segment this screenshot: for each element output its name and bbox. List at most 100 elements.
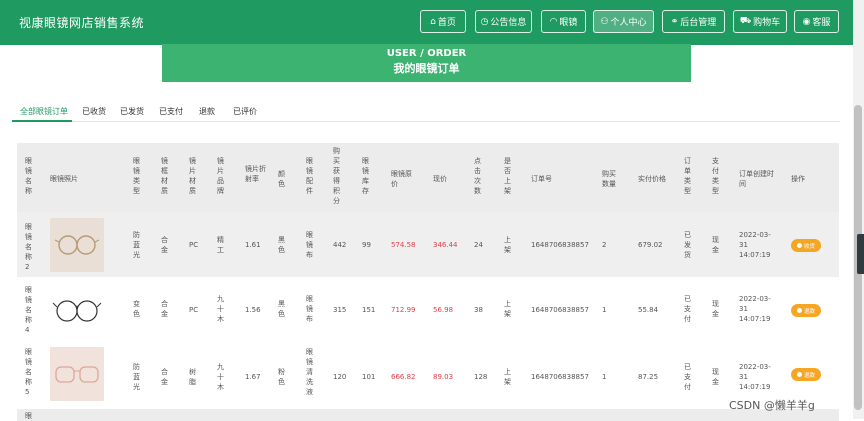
cell-color: 黑色	[278, 236, 285, 254]
banner-title: 我的眼镜订单	[393, 62, 460, 75]
cell-name: 眼镜名称5	[25, 348, 32, 396]
cell-points: 120	[333, 373, 347, 381]
cell-frame: 合金	[161, 236, 168, 254]
glasses-icon: ◠	[549, 16, 558, 27]
cell-points: 315	[333, 306, 347, 314]
nav-service-label: 客服	[812, 18, 831, 28]
header-accessory: 眼镜配件	[306, 157, 313, 195]
cell-type: 防蓝光	[133, 363, 140, 391]
glasses-photo	[50, 218, 104, 272]
cell-brand: 精工	[217, 236, 224, 254]
cell-paid-price: 55.84	[638, 306, 659, 314]
nav-personal-center-label: 个人中心	[610, 18, 647, 28]
refund-button[interactable]: 退款	[791, 368, 822, 381]
nav-announcement-button[interactable]: ◷ 公告信息	[475, 10, 532, 33]
cell-created-time: 14:07:19	[739, 383, 771, 391]
table-row: 眼镜名称4 变色 合金 PC 九十木 1.56 黑色 眼镜布 315 151 7…	[17, 277, 839, 343]
cell-stock: 99	[362, 241, 371, 249]
nav-cart-label: 购物车	[753, 18, 781, 28]
header-current-price: 现价	[433, 175, 447, 183]
cell-order-no: 1648706838857	[531, 241, 589, 249]
nav-glasses-button[interactable]: ◠ 眼镜	[541, 10, 586, 33]
nav-glasses-label: 眼镜	[559, 18, 578, 28]
header-stock: 眼镜库存	[362, 157, 369, 195]
nav-service-button[interactable]: ◉ 客服	[794, 10, 839, 33]
header-points: 购买获得积分	[333, 147, 340, 205]
tab-paid[interactable]: 已支付	[159, 106, 183, 117]
cell-paid-price: 679.02	[638, 241, 663, 249]
cell-frame: 合金	[161, 368, 168, 386]
table-header: 眼镜名称 眼镜照片 眼镜类型 镜框材质 镜片材质 镜片品牌 镜片折射率 颜色 眼…	[17, 143, 839, 212]
cell-created-date: 2022-03-31	[739, 363, 771, 381]
cell-type: 变色	[133, 300, 140, 318]
header-action: 操作	[791, 175, 805, 183]
cell-original-price: 666.82	[391, 373, 416, 381]
circle-icon	[797, 243, 802, 248]
cell-index: 1.61	[245, 241, 261, 249]
header-refractive-index: 镜片折射率	[245, 165, 266, 183]
table-row: 眼镜名称2 防蓝光 合金 PC 精工 1.61 黑色 眼镜布 442 99 57…	[17, 212, 839, 277]
glasses-photo	[50, 283, 104, 337]
cell-lens: PC	[189, 306, 199, 314]
header-paid-price: 实付价格	[638, 175, 666, 183]
cell-created-date: 2022-03-31	[739, 231, 771, 249]
circle-icon	[797, 372, 802, 377]
nav-cart-button[interactable]: ⛟ 购物车	[733, 10, 787, 33]
cell-accessory: 眼镜清洗液	[306, 348, 313, 396]
cell-lens: PC	[189, 241, 199, 249]
link-icon: ⚭	[670, 16, 679, 27]
circle-icon	[797, 308, 802, 313]
user-icon: ⚇	[600, 16, 609, 27]
refund-button[interactable]: 退款	[791, 304, 822, 317]
header-quantity: 购买数量	[602, 170, 616, 188]
header-frame-material: 镜框材质	[161, 157, 168, 195]
header-clicks: 点击次数	[474, 157, 481, 195]
tab-all-orders[interactable]: 全部眼镜订单	[20, 106, 68, 117]
cell-original-price: 712.99	[391, 306, 416, 314]
cell-current-price: 89.03	[433, 373, 454, 381]
nav-personal-center-button[interactable]: ⚇ 个人中心	[593, 10, 654, 33]
cell-order-no: 1648706838857	[531, 373, 589, 381]
cell-created-time: 14:07:19	[739, 315, 771, 323]
table-row: 眼	[17, 409, 839, 421]
nav-home-label: 首页	[437, 18, 456, 28]
orders-table: 眼镜名称 眼镜照片 眼镜类型 镜框材质 镜片材质 镜片品牌 镜片折射率 颜色 眼…	[17, 143, 839, 421]
site-brand[interactable]: 视康眼镜网店销售系统	[19, 14, 144, 31]
cell-index: 1.67	[245, 373, 261, 381]
header-order-type: 订单类型	[684, 157, 691, 195]
receive-button[interactable]: 收货	[791, 239, 822, 252]
cart-icon: ⛟	[739, 16, 752, 26]
home-icon: ⌂	[430, 16, 436, 27]
cell-accessory: 眼镜布	[306, 295, 313, 323]
side-float-tab[interactable]	[857, 234, 864, 274]
receive-button-label: 收货	[804, 243, 816, 250]
nav-admin-button[interactable]: ⚭ 后台管理	[662, 10, 725, 33]
header-order-no: 订单号	[531, 175, 552, 183]
nav-admin-label: 后台管理	[680, 18, 717, 28]
refund-button-label: 退款	[804, 372, 816, 379]
page-banner: USER / ORDER 我的眼镜订单	[162, 44, 691, 82]
cell-clicks: 38	[474, 306, 483, 314]
cell-color: 黑色	[278, 300, 285, 318]
active-tab-indicator	[12, 120, 72, 122]
banner-subtitle: USER / ORDER	[386, 48, 467, 59]
header-original-price: 眼镜原价	[391, 170, 412, 188]
cell-original-price: 574.58	[391, 241, 416, 249]
top-navbar: 视康眼镜网店销售系统 ⌂ 首页 ◷ 公告信息 ◠ 眼镜 ⚇ 个人中心 ⚭ 后台管…	[0, 0, 853, 45]
cell-lens: 树脂	[189, 368, 196, 386]
nav-home-button[interactable]: ⌂ 首页	[420, 10, 466, 33]
cell-listed: 上架	[504, 368, 511, 386]
cell-type: 防蓝光	[133, 231, 140, 259]
table-row: 眼镜名称5 防蓝光 合金 树脂 九十木 1.67 粉色 眼镜清洗液 120 10…	[17, 343, 839, 409]
tab-received[interactable]: 已收货	[82, 106, 106, 117]
cell-clicks: 128	[474, 373, 488, 381]
tab-reviewed[interactable]: 已评价	[233, 106, 257, 117]
header-created-time: 订单创建时间	[739, 170, 774, 188]
cell-accessory: 眼镜布	[306, 231, 313, 259]
cell-brand: 九十木	[217, 363, 224, 391]
tab-refund[interactable]: 退款	[199, 106, 215, 117]
cell-current-price: 346.44	[433, 241, 458, 249]
tab-shipped[interactable]: 已发货	[120, 106, 144, 117]
cell-pay-type: 现金	[712, 236, 719, 254]
cell-name: 眼镜名称2	[25, 223, 32, 271]
